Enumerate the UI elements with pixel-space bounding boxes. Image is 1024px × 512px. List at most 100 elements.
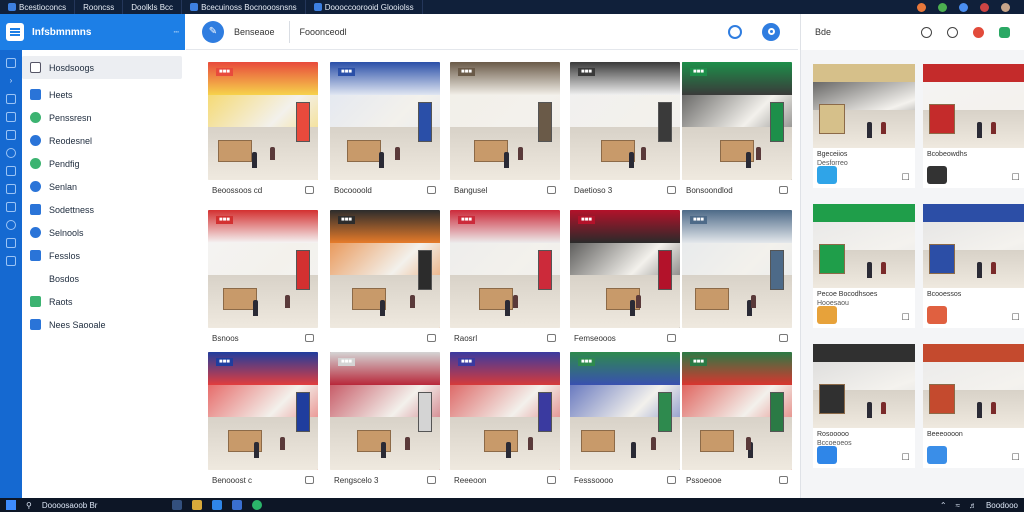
volume-icon[interactable]: ♬ <box>969 501 977 510</box>
taskbar-search-icon[interactable]: ⚲ <box>26 501 32 510</box>
app-badge-icon[interactable] <box>927 166 947 184</box>
sidebar-item[interactable]: Reodesnel <box>22 129 182 152</box>
sidebar-collapse-icon[interactable]: ┄ <box>174 27 179 38</box>
rail-doc-icon[interactable] <box>6 130 16 140</box>
compose-button[interactable]: ✎ <box>202 20 224 43</box>
store-image-card[interactable]: ■■■ Fesssoooo <box>570 352 680 490</box>
wifi-icon[interactable]: ≈ <box>956 501 960 510</box>
store-app-icon[interactable] <box>231 500 242 510</box>
rail-chevron-icon[interactable]: › <box>6 76 16 86</box>
rail-bag-icon[interactable] <box>6 166 16 176</box>
app-badge-icon[interactable] <box>817 166 837 184</box>
browser-tab[interactable]: Rooncss <box>75 0 124 14</box>
chat-icon[interactable]: □ <box>902 451 909 463</box>
tray-chevron-icon[interactable]: ⌃ <box>940 501 947 510</box>
sidebar-item[interactable]: Bosdos <box>22 267 182 290</box>
notification-icon[interactable] <box>973 26 984 38</box>
sidebar-item[interactable]: Selnools <box>22 221 182 244</box>
rail-home-icon[interactable] <box>6 58 16 68</box>
browser-tab[interactable]: Doooccoorooid Glooiolss <box>306 0 423 14</box>
store-image-card[interactable]: ■■■ Femseooos <box>570 210 680 348</box>
search-input[interactable]: Fooonceodl <box>300 27 728 37</box>
rail-grid-icon[interactable] <box>6 184 16 194</box>
store-image-card[interactable]: ■■■ Pssoeooe <box>682 352 792 490</box>
rail-table-icon[interactable] <box>6 238 16 248</box>
folder-icon[interactable] <box>191 500 202 510</box>
rail-search-icon[interactable] <box>6 148 16 158</box>
chat-icon[interactable] <box>427 334 436 342</box>
store-image-card[interactable]: ■■■ Rengscelo 3 <box>330 352 440 490</box>
store-image-card[interactable]: ■■■ Raosrl <box>450 210 560 348</box>
recommendation-card[interactable]: Bcooessos □ <box>923 204 1024 328</box>
store-image-card[interactable]: ■■■ <box>682 210 792 348</box>
settings-icon[interactable] <box>947 26 958 38</box>
profile-avatar[interactable] <box>1001 2 1010 12</box>
start-icon[interactable] <box>6 500 16 510</box>
rail-list-icon[interactable] <box>6 112 16 122</box>
search-icon[interactable] <box>728 24 742 39</box>
recommendation-card[interactable]: Bcobeowdhs □ <box>923 64 1024 188</box>
chat-icon[interactable]: □ <box>902 171 909 183</box>
rail-user-icon[interactable] <box>6 202 16 212</box>
sidebar-item[interactable]: Penssresn <box>22 106 182 129</box>
store-image-card[interactable]: ■■■ Bonsoondlod <box>682 62 792 200</box>
rail-store-icon[interactable] <box>6 94 16 104</box>
chat-icon[interactable] <box>547 476 556 484</box>
sidebar-item[interactable]: Pendfig <box>22 152 182 175</box>
store-image-card[interactable]: ■■■ Bocoooold <box>330 62 440 200</box>
chat-icon[interactable]: □ <box>902 311 909 323</box>
store-image-card[interactable]: ■■■ <box>330 210 440 348</box>
chat-icon[interactable] <box>667 334 676 342</box>
chat-icon[interactable] <box>779 334 788 342</box>
sidebar-item[interactable]: Fesslos <box>22 244 182 267</box>
chat-icon[interactable]: □ <box>1012 451 1019 463</box>
chat-icon[interactable]: □ <box>1012 171 1019 183</box>
chat-icon[interactable] <box>305 186 314 194</box>
sidebar-item[interactable]: Senlan <box>22 175 182 198</box>
taskbar-search-input[interactable]: Doooosaoob Br <box>42 501 162 510</box>
sidebar-item[interactable]: Nees Saooale <box>22 313 182 336</box>
recommendation-card[interactable]: Pecoe Bocodhsoes Hooesaou □ <box>813 204 915 328</box>
chat-icon[interactable] <box>305 476 314 484</box>
chat-icon[interactable]: □ <box>1012 311 1019 323</box>
chat-icon[interactable] <box>305 334 314 342</box>
browser-icon[interactable] <box>211 500 222 510</box>
app-icon[interactable] <box>999 26 1010 38</box>
chat-app-icon[interactable] <box>251 500 262 510</box>
recommendation-card[interactable]: Bgeceiios Desforreo □ <box>813 64 915 188</box>
store-image-card[interactable]: ■■■ Beoossoos cd <box>208 62 318 200</box>
app-badge-icon[interactable] <box>817 306 837 324</box>
rail-chat-icon[interactable] <box>6 220 16 230</box>
chat-icon[interactable] <box>779 186 788 194</box>
chat-icon[interactable] <box>667 186 676 194</box>
chat-icon[interactable] <box>427 476 436 484</box>
app-badge-icon[interactable] <box>927 446 947 464</box>
app-badge-icon[interactable] <box>927 306 947 324</box>
history-icon[interactable] <box>921 26 932 38</box>
chat-icon[interactable] <box>547 186 556 194</box>
recommendation-card[interactable]: Beeeoooon □ <box>923 344 1024 468</box>
sidebar-item[interactable]: Heets <box>22 83 182 106</box>
chat-icon[interactable] <box>667 476 676 484</box>
chat-icon[interactable] <box>779 476 788 484</box>
browser-tab[interactable]: Doolkls Bcc <box>123 0 183 14</box>
store-image-card[interactable]: ■■■ Bangusel <box>450 62 560 200</box>
browser-tab[interactable]: Bcestioconcs <box>0 0 76 14</box>
rail-settings-icon[interactable] <box>6 256 16 266</box>
search-button[interactable] <box>762 22 780 41</box>
extension-icon[interactable] <box>959 2 968 12</box>
sidebar-item-home[interactable]: Hosdsoogs <box>22 56 182 79</box>
chat-icon[interactable] <box>427 186 436 194</box>
store-image-card[interactable]: ■■■ Daetioso 3 <box>570 62 680 200</box>
recommendation-card[interactable]: Rosooooo Bccoeoeos □ <box>813 344 915 468</box>
store-image-card[interactable]: ■■■ Reeeoon <box>450 352 560 490</box>
extension-icon[interactable] <box>917 2 926 12</box>
sidebar-item[interactable]: Sodettness <box>22 198 182 221</box>
extension-icon[interactable] <box>938 2 947 12</box>
taskview-icon[interactable] <box>171 500 182 510</box>
clock[interactable]: Boodooo <box>986 501 1018 510</box>
store-image-card[interactable]: ■■■ Bsnoos <box>208 210 318 348</box>
browser-tab[interactable]: Bcecuinoss Bocnooosnsns <box>182 0 306 14</box>
app-badge-icon[interactable] <box>817 446 837 464</box>
chat-icon[interactable] <box>547 334 556 342</box>
